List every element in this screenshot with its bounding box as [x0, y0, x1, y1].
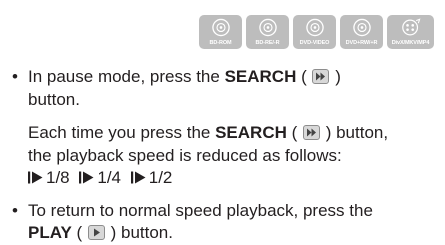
search-keyword: SEARCH: [215, 123, 287, 142]
text-segment: ) button,: [321, 123, 389, 142]
disc-label: DivX/MKV/MP4: [391, 40, 430, 46]
play-keyword: PLAY: [28, 223, 72, 242]
bullet-item-search: • In pause mode, press the SEARCH ( ) bu…: [12, 66, 437, 190]
text-segment: ) button.: [105, 223, 173, 242]
text-segment: To return to normal speed playback, pres…: [28, 200, 373, 220]
bullet-item-play: • To return to normal speed playback, pr…: [12, 200, 437, 245]
manual-page: BD-ROM BD-RE/-R DVD-VIDEO DVD+RW/+R DivX…: [0, 0, 445, 245]
text-segment: (: [296, 67, 312, 86]
disc-icon: [305, 18, 324, 37]
search-forward-button-icon: [312, 69, 330, 84]
disc-label: DVD-VIDEO: [299, 40, 330, 46]
disc-badge-bd-re-r: BD-RE/-R: [246, 15, 289, 49]
disc-label: DVD+RW/+R: [345, 40, 378, 46]
text-segment: button.: [28, 89, 80, 109]
speed-step: 1/8: [28, 168, 70, 187]
disc-badge-dvd-video: DVD-VIDEO: [293, 15, 336, 49]
video-disc-icon: [401, 18, 420, 36]
disc-icon: [211, 18, 230, 37]
instructions: • In pause mode, press the SEARCH ( ) bu…: [12, 66, 437, 245]
search-keyword: SEARCH: [224, 67, 297, 86]
disc-badge-dvd-rw: DVD+RW/+R: [340, 15, 383, 49]
bullet-dot: •: [12, 200, 18, 220]
disc-badge-bd-rom: BD-ROM: [199, 15, 242, 49]
speed-step: 1/2: [130, 168, 173, 187]
disc-label: BD-RE/-R: [255, 40, 280, 46]
speed-step: 1/4: [79, 168, 121, 187]
speed-value: 1/8: [46, 168, 70, 187]
step-forward-icon: [130, 171, 146, 184]
disc-icon: [352, 18, 371, 37]
speed-steps: 1/8 1/4 1/2: [28, 167, 437, 190]
text-segment: (: [286, 123, 302, 142]
bullet-dot: •: [12, 67, 18, 86]
speed-value: 1/2: [148, 168, 173, 187]
step-forward-icon: [79, 171, 94, 184]
disc-badge-divx-mkv-mp4: DivX/MKV/MP4: [387, 15, 434, 49]
text-segment: the playback speed is reduced as follows…: [28, 145, 342, 165]
disc-icon: [258, 18, 277, 37]
text-segment: In pause mode, press the: [28, 67, 225, 86]
disc-label: BD-ROM: [209, 40, 232, 46]
text-segment: (: [71, 223, 87, 242]
speed-paragraph: Each time you press the SEARCH ( ) butto…: [28, 122, 437, 190]
step-forward-icon: [28, 171, 43, 184]
disc-format-row: BD-ROM BD-RE/-R DVD-VIDEO DVD+RW/+R DivX…: [199, 15, 434, 49]
speed-value: 1/4: [97, 168, 122, 187]
search-forward-button-icon: [303, 125, 320, 140]
play-button-icon: [87, 225, 105, 240]
text-segment: Each time you press the: [28, 123, 216, 142]
text-segment: ): [330, 67, 341, 86]
